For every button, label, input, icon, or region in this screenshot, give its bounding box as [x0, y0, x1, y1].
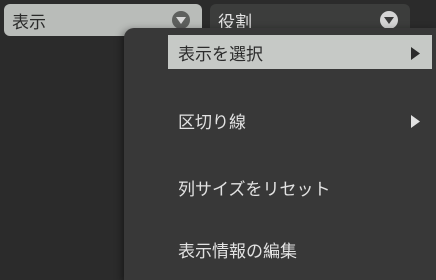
menu-item-label: 区切り線: [178, 112, 246, 133]
menu-item-select-display[interactable]: 表示を選択: [168, 35, 432, 69]
window: 表示 役割 表示を選択 区切り線 列サイズをリセット 表示情報の編集: [0, 0, 436, 280]
menu-item-label: 列サイズをリセット: [178, 179, 331, 200]
chevron-down-icon: [380, 11, 398, 29]
menu-item-separator[interactable]: 区切り線: [168, 103, 432, 137]
display-dropdown-value: 表示: [12, 12, 46, 33]
menu-item-edit-display-info[interactable]: 表示情報の編集: [168, 232, 432, 266]
submenu-arrow-icon: [411, 45, 420, 65]
menu-item-label: 表示情報の編集: [178, 241, 297, 262]
submenu-arrow-icon: [411, 113, 420, 133]
chevron-down-icon: [172, 11, 190, 29]
menu-item-label: 表示を選択: [178, 44, 263, 65]
menu-item-reset-column-size[interactable]: 列サイズをリセット: [168, 170, 432, 204]
context-menu: 表示を選択 区切り線 列サイズをリセット 表示情報の編集: [124, 28, 436, 280]
